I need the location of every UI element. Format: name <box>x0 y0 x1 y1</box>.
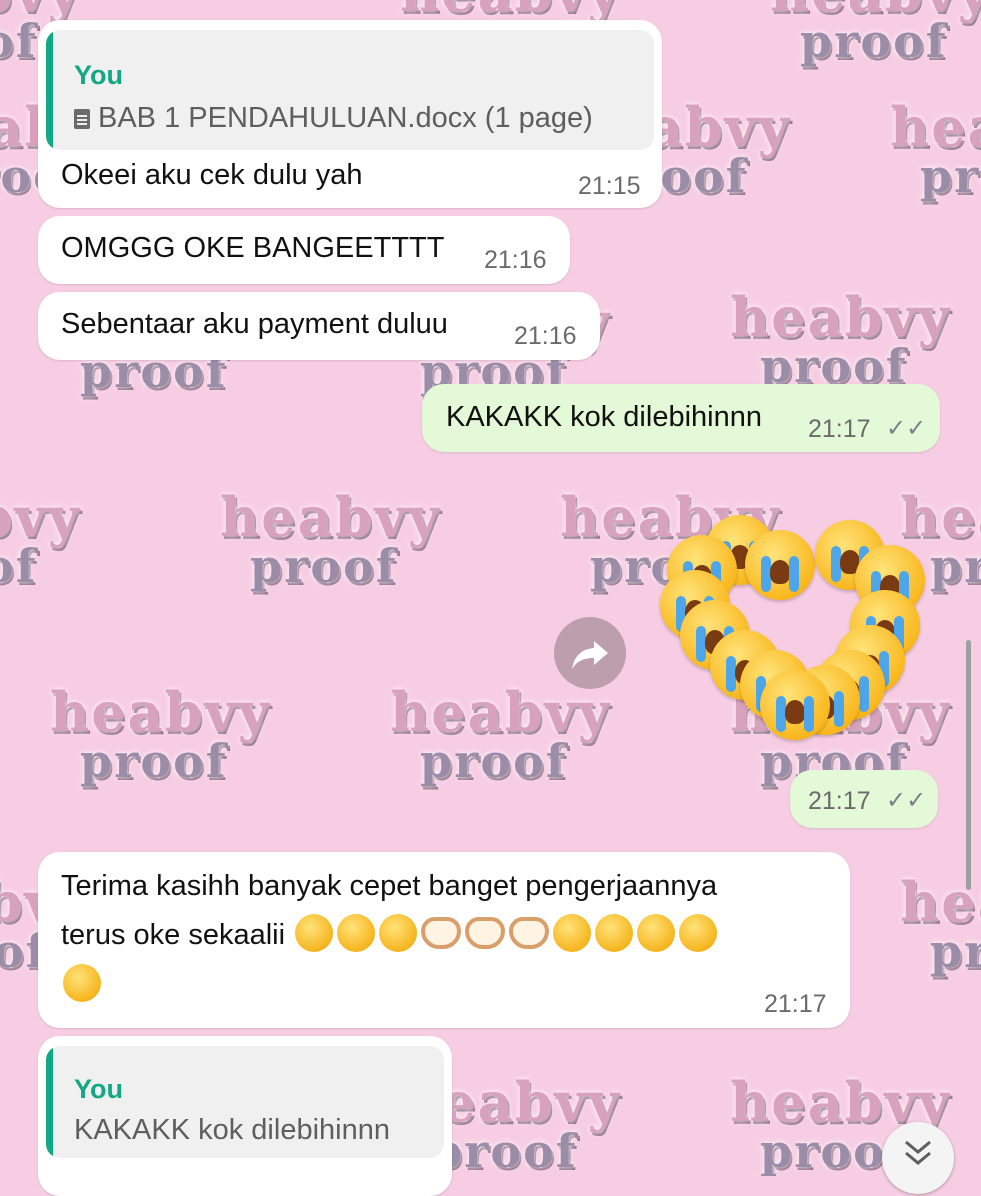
quoted-message[interactable]: You KAKAKK kok dilebihinnn <box>46 1046 444 1158</box>
message-time: 21:17 <box>764 990 827 1018</box>
message-text-line: terus oke sekaalii <box>61 914 719 952</box>
heart-hands-emoji <box>421 917 462 949</box>
crying-face-emoji <box>760 670 830 740</box>
quoted-message[interactable]: You BAB 1 PENDAHULUAN.docx (1 page) <box>46 30 654 150</box>
crying-face-emoji <box>63 964 101 1002</box>
sticker-timestamp: 21:17 ✓✓ <box>790 770 938 828</box>
crying-faces-heart-sticker[interactable] <box>655 500 935 740</box>
message-time: 21:16 <box>514 322 577 350</box>
crying-face-emoji <box>745 530 815 600</box>
loudly-crying-face-emoji <box>295 914 334 952</box>
scroll-to-bottom-button[interactable] <box>882 1122 954 1194</box>
incoming-message[interactable]: OMGGG OKE BANGEETTTT 21:16 <box>38 216 570 284</box>
message-time: 21:17 <box>808 787 871 815</box>
wallpaper-watermark: heabvyproof <box>770 0 981 68</box>
heart-hands-emoji <box>509 917 550 949</box>
message-time: 21:15 <box>578 172 641 200</box>
incoming-message[interactable]: You BAB 1 PENDAHULUAN.docx (1 page) Okee… <box>38 20 662 208</box>
message-text: OMGGG OKE BANGEETTTT <box>61 232 445 264</box>
quote-text: BAB 1 PENDAHULUAN.docx (1 page) <box>74 102 593 135</box>
incoming-message[interactable]: You KAKAKK kok dilebihinnn <box>38 1036 452 1196</box>
pleading-face-emoji <box>637 914 676 952</box>
message-text: Okeei aku cek dulu yah <box>61 159 363 191</box>
message-text-line <box>61 964 103 1002</box>
crying-face-emoji <box>679 914 718 952</box>
pleading-face-emoji <box>553 914 592 952</box>
wallpaper-watermark: heabvyproof <box>0 485 82 593</box>
forward-icon <box>572 641 608 669</box>
message-time: 21:16 <box>484 246 547 274</box>
quote-file-name: BAB 1 PENDAHULUAN.docx (1 page) <box>98 102 593 134</box>
forward-button[interactable] <box>554 617 626 689</box>
incoming-message[interactable]: Terima kasihh banyak cepet banget penger… <box>38 852 850 1028</box>
quote-text: KAKAKK kok dilebihinnn <box>74 1114 390 1146</box>
read-receipt-icon: ✓✓ <box>886 415 927 442</box>
loudly-crying-face-emoji <box>337 914 376 952</box>
scrollbar[interactable] <box>966 640 971 890</box>
loudly-crying-face-emoji <box>379 914 418 952</box>
chevron-double-down-icon <box>905 1140 931 1165</box>
message-text: KAKAKK kok dilebihinnn <box>446 401 762 433</box>
wallpaper-watermark: heabvyproof <box>220 485 442 593</box>
wallpaper-watermark: heabvyproof <box>890 95 981 203</box>
message-time: 21:17 <box>808 415 871 443</box>
message-text: Sebentaar aku payment duluu <box>61 308 448 340</box>
quote-accent-bar <box>46 30 53 150</box>
read-receipt-icon: ✓✓ <box>886 787 927 814</box>
outgoing-message[interactable]: KAKAKK kok dilebihinnn 21:17 ✓✓ <box>422 384 940 452</box>
quote-author: You <box>74 60 123 90</box>
document-icon <box>74 109 90 129</box>
quote-accent-bar <box>46 1046 53 1158</box>
wallpaper-watermark: heabvyproof <box>390 680 612 788</box>
heart-hands-emoji <box>465 917 506 949</box>
pleading-face-emoji <box>595 914 634 952</box>
incoming-message[interactable]: Sebentaar aku payment duluu 21:16 <box>38 292 600 360</box>
message-text-line: Terima kasihh banyak cepet banget penger… <box>61 870 718 902</box>
wallpaper-watermark: heabvyproof <box>50 680 272 788</box>
quote-author: You <box>74 1074 123 1104</box>
